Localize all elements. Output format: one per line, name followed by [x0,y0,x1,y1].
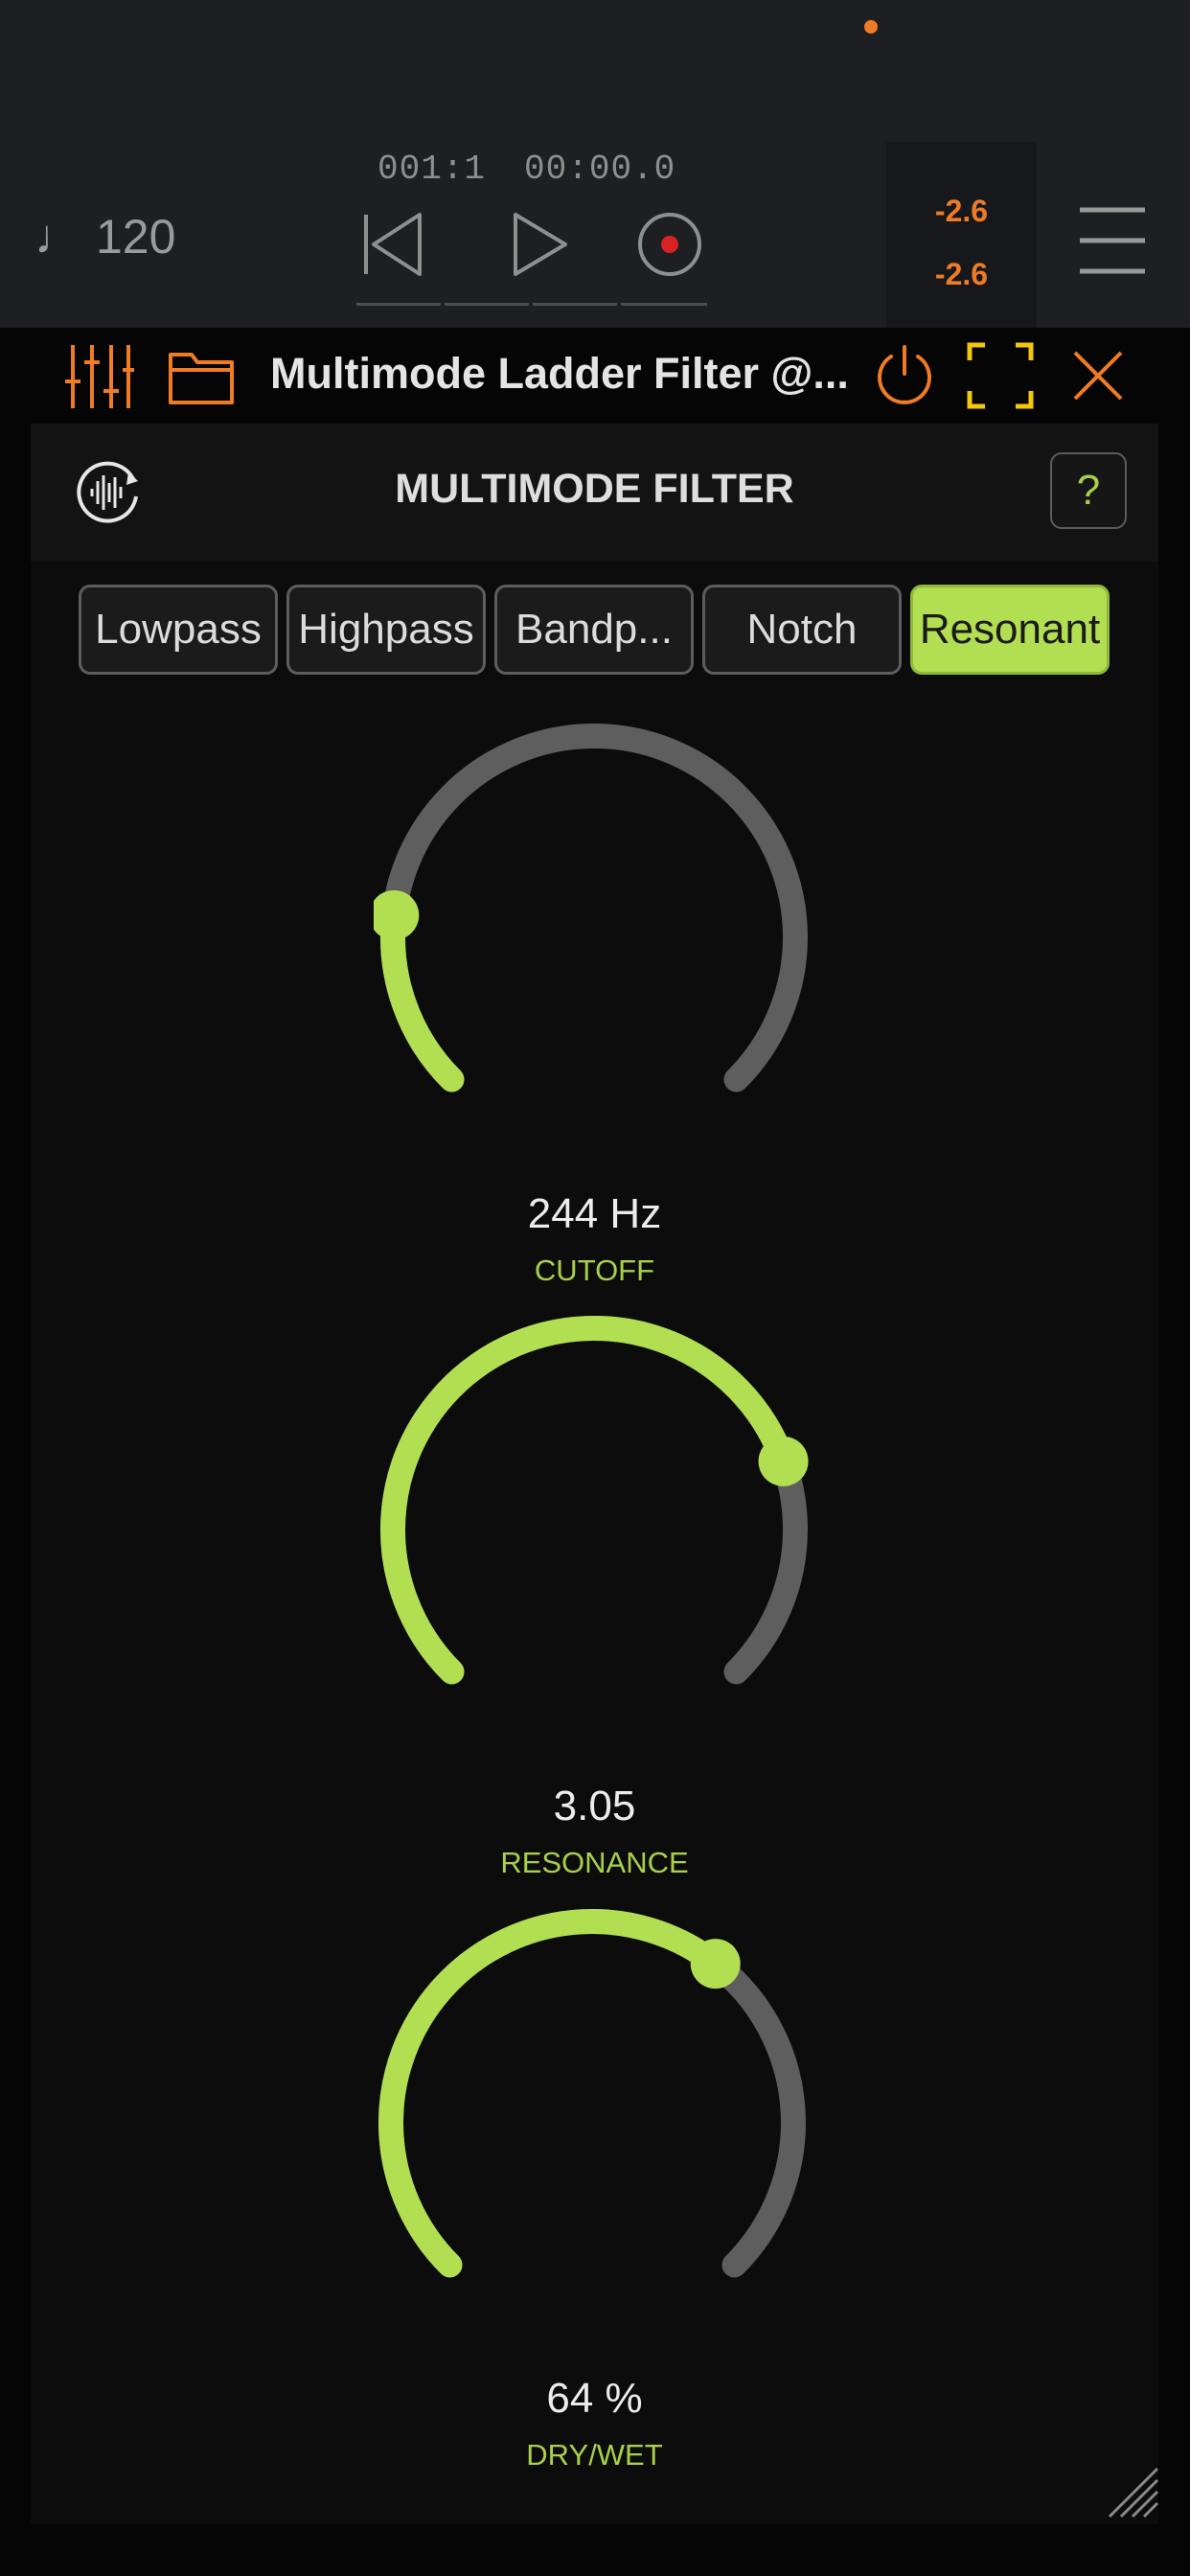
transport-bar: ♩ 120 001:1 00:00.0 -2.6 -2.6 [0,0,1190,331]
resonance-label: RESONANCE [500,1846,689,1879]
plugin-window: Multimode Ladder Filter @... MULTIMODE F… [0,328,1190,2576]
mixer-button[interactable] [65,341,134,410]
drywet-knob[interactable] [372,1902,812,2343]
knob-value-arc [380,902,465,1092]
filter-panel: MULTIMODE FILTER ? Lowpass Highpass Band… [31,424,1158,2524]
position-readout: 001:1 00:00.0 [378,150,675,189]
knob-value-arc [378,1909,728,2278]
skip-back-icon [364,213,422,276]
plugin-title: Multimode Ladder Filter @... [270,349,849,398]
fullscreen-icon [967,342,1034,409]
tempo-display[interactable]: ♩ 120 [34,209,175,264]
resonance-knob[interactable] [374,1309,814,1750]
plugin-titlebar: Multimode Ladder Filter @... [0,328,1190,424]
mode-bandpass[interactable]: Bandp... [494,585,694,675]
folder-button[interactable] [167,341,236,410]
music-note-icon: ♩ [34,210,82,264]
folder-icon [169,353,234,404]
resonance-value: 3.05 [553,1782,636,1829]
level-meter: -2.6 -2.6 [886,142,1037,331]
mode-highpass[interactable]: Highpass [286,585,486,675]
menu-button[interactable] [1078,206,1147,275]
play-button[interactable] [498,201,584,288]
cutoff-value: 244 Hz [527,1190,662,1237]
drywet-label: DRY/WET [526,2438,663,2472]
close-button[interactable] [1064,341,1133,410]
fullscreen-button[interactable] [966,341,1035,410]
rewind-button[interactable] [356,201,443,288]
knob-handle[interactable] [758,1436,809,1486]
mode-resonant[interactable]: Resonant [910,585,1110,675]
resize-handle-icon [1108,2467,1159,2518]
panel-title: MULTIMODE FILTER [395,466,794,512]
knob-track [380,724,808,1092]
power-icon [878,345,931,404]
resize-handle[interactable] [1102,2461,1159,2518]
filter-mode-selector: Lowpass Highpass Bandp... Notch Resonant [79,585,1142,677]
record-button[interactable] [627,201,713,288]
status-dot [864,20,878,34]
meter-right: -2.6 [934,257,989,291]
knob-handle[interactable] [374,889,420,940]
hamburger-menu-icon [1080,207,1145,274]
record-icon [638,213,701,276]
cutoff-knob[interactable] [374,717,814,1158]
time-readout: 00:00.0 [524,150,676,189]
mixer-sliders-icon [65,345,134,408]
knob-handle[interactable] [690,1939,741,1990]
panel-header: MULTIMODE FILTER ? [31,424,1158,562]
power-button[interactable] [870,341,939,410]
help-button[interactable]: ? [1050,452,1127,529]
mode-notch[interactable]: Notch [702,585,902,675]
bar-beat: 001:1 [378,150,487,189]
transport-controls [356,201,707,307]
meter-left: -2.6 [934,194,989,228]
tempo-value: 120 [96,210,176,264]
close-icon [1073,351,1123,401]
mode-lowpass[interactable]: Lowpass [79,585,278,675]
play-icon [514,213,567,276]
cutoff-label: CUTOFF [534,1254,655,1287]
drywet-value: 64 % [546,2375,643,2422]
knob-value-arc [380,1316,796,1685]
